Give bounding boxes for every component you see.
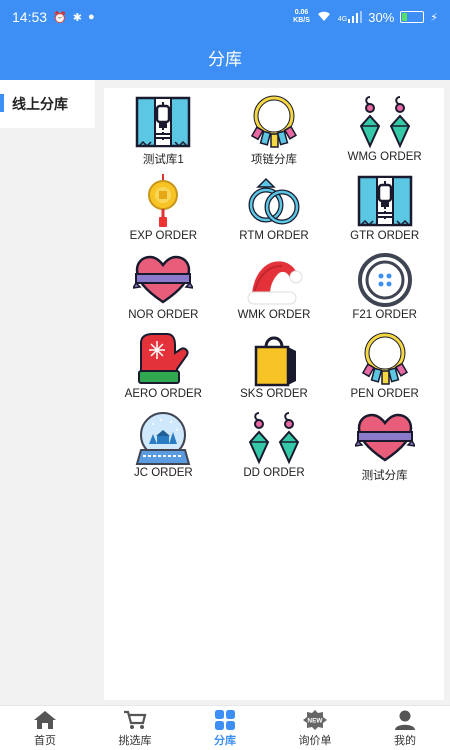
snow-globe-icon xyxy=(133,410,193,466)
alarm-icon: ⏰ xyxy=(53,11,67,24)
shopping-bag-icon xyxy=(244,331,304,387)
battery-icon xyxy=(400,11,425,23)
gold-coin-pendant-icon xyxy=(133,173,193,229)
warehouse-item[interactable]: AERO ORDER xyxy=(108,331,219,406)
signal-icon: 4G xyxy=(338,11,363,23)
page-title: 分库 xyxy=(208,49,242,69)
cart-icon xyxy=(124,710,147,729)
zipper-icon xyxy=(133,94,193,150)
warehouse-item[interactable]: GTR ORDER xyxy=(329,173,440,248)
warehouse-item[interactable]: 测试库1 xyxy=(108,94,219,169)
warehouse-item[interactable]: PEN ORDER xyxy=(329,331,440,406)
app-notification-icon: ● xyxy=(87,11,95,23)
battery-percent: 30% xyxy=(368,9,395,25)
warehouse-item[interactable]: SKS ORDER xyxy=(219,331,330,406)
necklace-icon xyxy=(355,331,415,387)
net-speed: 0.06 KB/S xyxy=(293,9,310,24)
battery-level xyxy=(402,13,407,21)
warehouse-item[interactable]: 测试分库 xyxy=(329,410,440,485)
home-icon xyxy=(34,710,56,729)
charging-icon: ⚡ xyxy=(430,11,438,24)
warehouse-item-label: GTR ORDER xyxy=(350,230,420,242)
new-badge-icon: NEW xyxy=(303,709,327,730)
sidebar-item-online-warehouse[interactable]: 线上分库 xyxy=(0,80,95,128)
warehouse-item-label: 测试库1 xyxy=(142,154,184,166)
heart-ribbon-icon xyxy=(133,252,194,308)
warehouse-item-label: JC ORDER xyxy=(133,467,193,479)
warehouse-item[interactable]: EXP ORDER xyxy=(108,173,219,248)
warehouse-item-label: WMK ORDER xyxy=(237,309,311,321)
bottom-nav: 首页 挑选库 分库 NEW 询价单 我的 xyxy=(0,705,450,750)
warehouse-item-label: PEN ORDER xyxy=(350,388,419,400)
sidebar: 线上分库 xyxy=(0,80,95,705)
warehouse-item-label: RTM ORDER xyxy=(239,230,309,242)
earrings-icon xyxy=(355,94,415,150)
warehouse-grid: 测试库1 项链分库 WMG ORDER EXP ORDER RTM ORDER … xyxy=(104,88,444,485)
santa-hat-icon xyxy=(244,252,304,308)
warehouse-item[interactable]: WMK ORDER xyxy=(219,252,330,327)
warehouse-item-label: 测试分库 xyxy=(361,470,408,482)
warehouse-item-label: WMG ORDER xyxy=(347,151,422,163)
warehouse-item-label: AERO ORDER xyxy=(124,388,202,400)
nav-item-pick[interactable]: 挑选库 xyxy=(90,706,180,750)
warehouse-item-label: SKS ORDER xyxy=(240,388,308,400)
wifi-icon xyxy=(316,10,332,25)
warehouse-grid-panel: 测试库1 项链分库 WMG ORDER EXP ORDER RTM ORDER … xyxy=(104,88,444,700)
sidebar-item-label: 线上分库 xyxy=(12,96,68,112)
user-icon xyxy=(395,710,415,730)
warehouse-item[interactable]: WMG ORDER xyxy=(329,94,440,169)
bluetooth-icon: ✱ xyxy=(72,11,82,24)
warehouse-item[interactable]: 项链分库 xyxy=(219,94,330,169)
rings-icon xyxy=(244,173,304,229)
status-bar: 14:53 ⏰ ✱ ● 0.06 KB/S 4G 30% ⚡ xyxy=(0,0,450,34)
warehouse-item-label: F21 ORDER xyxy=(352,309,417,321)
button-icon xyxy=(355,252,415,308)
nav-item-inquiry[interactable]: NEW 询价单 xyxy=(270,706,360,750)
status-time: 14:53 xyxy=(12,9,48,25)
warehouse-item[interactable]: NOR ORDER xyxy=(108,252,219,327)
page-header: 分库 xyxy=(0,34,450,80)
svg-text:NEW: NEW xyxy=(307,717,323,724)
zipper-icon xyxy=(355,173,415,229)
warehouse-item[interactable]: F21 ORDER xyxy=(329,252,440,327)
mitten-icon xyxy=(133,331,193,387)
warehouse-item-label: DD ORDER xyxy=(243,467,305,479)
nav-item-warehouse[interactable]: 分库 xyxy=(180,706,270,750)
nav-item-mine[interactable]: 我的 xyxy=(360,706,450,750)
warehouse-item[interactable]: JC ORDER xyxy=(108,410,219,485)
earrings-icon xyxy=(244,410,304,466)
warehouse-item-label: EXP ORDER xyxy=(129,230,198,242)
nav-item-home[interactable]: 首页 xyxy=(0,706,90,750)
necklace-icon xyxy=(244,94,304,150)
grid-icon xyxy=(215,709,235,730)
warehouse-item-label: 项链分库 xyxy=(250,154,297,166)
heart-ribbon-icon xyxy=(354,410,415,466)
warehouse-item[interactable]: DD ORDER xyxy=(219,410,330,485)
warehouse-item-label: NOR ORDER xyxy=(128,309,199,321)
warehouse-item[interactable]: RTM ORDER xyxy=(219,173,330,248)
